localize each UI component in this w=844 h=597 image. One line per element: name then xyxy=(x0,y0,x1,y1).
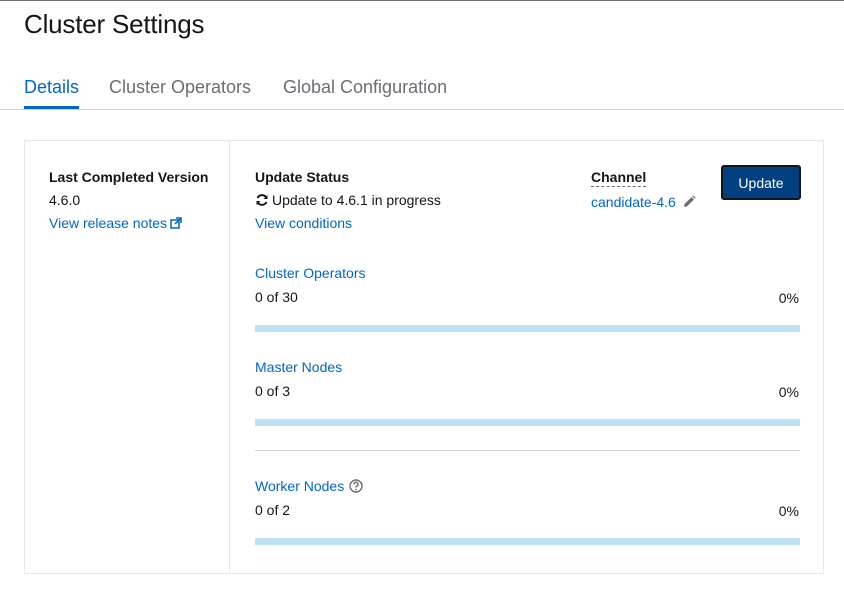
update-status-value: Update to 4.6.1 in progress xyxy=(255,192,441,208)
update-status-label: Update Status xyxy=(255,169,350,185)
last-completed-version-label: Last Completed Version xyxy=(49,169,209,185)
external-link-icon xyxy=(170,217,182,229)
cluster-operators-progress-bar xyxy=(255,325,800,332)
channel-value: candidate-4.6 xyxy=(591,194,676,210)
channel-edit-button[interactable]: candidate-4.6 xyxy=(591,194,696,210)
pencil-icon xyxy=(683,195,696,207)
cluster-operators-link[interactable]: Cluster Operators xyxy=(255,265,365,281)
worker-nodes-link[interactable]: Worker Nodes xyxy=(255,478,344,494)
version-panel: Last Completed Version 4.6.0 View releas… xyxy=(25,141,230,573)
cluster-operators-percent: 0% xyxy=(778,290,799,306)
master-nodes-count: 0 of 3 xyxy=(255,383,291,399)
view-release-notes-link[interactable]: View release notes xyxy=(49,215,182,231)
worker-nodes-header: Worker Nodes xyxy=(255,478,363,496)
tab-global-configuration[interactable]: Global Configuration xyxy=(283,77,447,106)
tab-bar: Details Cluster Operators Global Configu… xyxy=(0,70,844,110)
worker-nodes-count: 0 of 2 xyxy=(255,502,291,518)
question-circle-icon[interactable] xyxy=(349,479,363,493)
worker-nodes-progress-bar xyxy=(255,538,800,545)
channel-label[interactable]: Channel xyxy=(591,169,647,187)
view-conditions-link[interactable]: View conditions xyxy=(255,215,352,231)
cluster-operators-count: 0 of 30 xyxy=(255,289,298,305)
update-button[interactable]: Update xyxy=(721,165,801,200)
master-nodes-progress-bar xyxy=(255,419,800,426)
top-border xyxy=(0,0,844,1)
channel-label-wrap: Channel xyxy=(591,169,647,187)
details-card: Last Completed Version 4.6.0 View releas… xyxy=(24,140,824,574)
sync-icon xyxy=(256,194,268,206)
tab-details[interactable]: Details xyxy=(24,77,80,109)
tab-cluster-operators[interactable]: Cluster Operators xyxy=(109,77,251,106)
master-nodes-percent: 0% xyxy=(778,384,799,400)
last-completed-version-value: 4.6.0 xyxy=(49,192,81,208)
section-divider xyxy=(255,450,800,451)
update-status-text: Update to 4.6.1 in progress xyxy=(272,192,441,208)
page-title: Cluster Settings xyxy=(24,9,205,39)
worker-nodes-percent: 0% xyxy=(778,503,799,519)
master-nodes-link[interactable]: Master Nodes xyxy=(255,359,342,375)
view-release-notes-label: View release notes xyxy=(49,215,168,231)
